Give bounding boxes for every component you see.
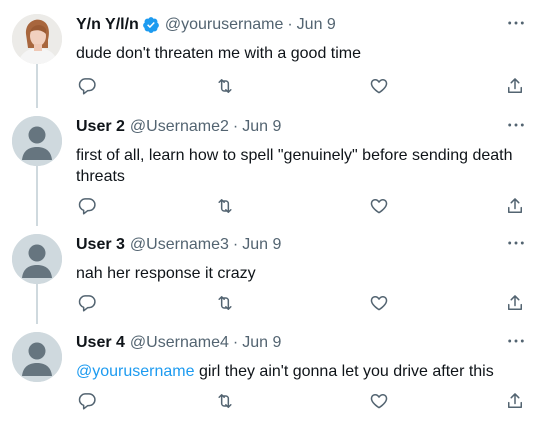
retweet-icon[interactable]	[214, 75, 236, 97]
display-name[interactable]: Y/n Y/l/n	[76, 16, 139, 34]
default-avatar-icon	[12, 332, 62, 382]
reply-icon[interactable]	[76, 390, 98, 412]
timestamp[interactable]: Jun 9	[297, 16, 336, 34]
tweet-actions	[76, 390, 526, 412]
heart-icon[interactable]	[368, 390, 390, 412]
reply-icon[interactable]	[76, 195, 98, 217]
tweet-actions	[76, 292, 526, 314]
separator: ·	[232, 334, 239, 351]
default-avatar-icon	[12, 116, 62, 166]
tweet-header: Y/n Y/l/n @yourusername · Jun 9	[76, 14, 336, 36]
reply-icon[interactable]	[76, 75, 98, 97]
avatar[interactable]	[12, 14, 62, 64]
separator: ·	[232, 236, 239, 253]
more-icon[interactable]	[506, 16, 526, 30]
avatar[interactable]	[12, 332, 62, 382]
share-icon[interactable]	[504, 195, 526, 217]
display-name[interactable]: User 3	[76, 236, 125, 254]
tweet-header: User 4 @Username4 · Jun 9	[76, 332, 281, 354]
thread-line	[36, 284, 38, 324]
retweet-icon[interactable]	[214, 195, 236, 217]
display-name[interactable]: User 4	[76, 334, 125, 352]
more-icon[interactable]	[506, 236, 526, 250]
tweet-header: User 3 @Username3 · Jun 9	[76, 234, 281, 256]
heart-icon[interactable]	[368, 195, 390, 217]
tweet-actions	[76, 75, 526, 97]
share-icon[interactable]	[504, 75, 526, 97]
mention-link[interactable]: @yourusername	[76, 363, 195, 380]
thread-line	[36, 64, 38, 108]
tweet-actions	[76, 195, 526, 217]
default-avatar-icon	[12, 234, 62, 284]
tweet-text: @yourusername girl they ain't gonna let …	[76, 361, 524, 382]
handle[interactable]: @Username3	[130, 236, 229, 254]
tweet-text: first of all, learn how to spell "genuin…	[76, 147, 513, 185]
thread-line	[36, 166, 38, 226]
handle[interactable]: @Username4	[130, 334, 229, 352]
handle[interactable]: @Username2	[130, 118, 229, 136]
avatar[interactable]	[12, 234, 62, 284]
timestamp[interactable]: Jun 9	[242, 236, 281, 254]
tweet-text-rest: girl they ain't gonna let you drive afte…	[194, 363, 494, 380]
display-name[interactable]: User 2	[76, 118, 125, 136]
heart-icon[interactable]	[368, 75, 390, 97]
more-icon[interactable]	[506, 118, 526, 132]
heart-icon[interactable]	[368, 292, 390, 314]
timestamp[interactable]: Jun 9	[242, 118, 281, 136]
timestamp[interactable]: Jun 9	[242, 334, 281, 352]
separator: ·	[232, 118, 239, 135]
share-icon[interactable]	[504, 292, 526, 314]
reply-icon[interactable]	[76, 292, 98, 314]
tweet-text: nah her response it crazy	[76, 265, 256, 282]
separator: ·	[287, 16, 293, 33]
profile-photo	[12, 14, 62, 64]
handle[interactable]: @yourusername	[165, 16, 284, 34]
retweet-icon[interactable]	[214, 292, 236, 314]
avatar[interactable]	[12, 116, 62, 166]
share-icon[interactable]	[504, 390, 526, 412]
tweet-text: dude don't threaten me with a good time	[76, 45, 362, 62]
verified-badge-icon	[142, 16, 160, 34]
tweet-header: User 2 @Username2 · Jun 9	[76, 116, 281, 138]
more-icon[interactable]	[506, 334, 526, 348]
retweet-icon[interactable]	[214, 390, 236, 412]
